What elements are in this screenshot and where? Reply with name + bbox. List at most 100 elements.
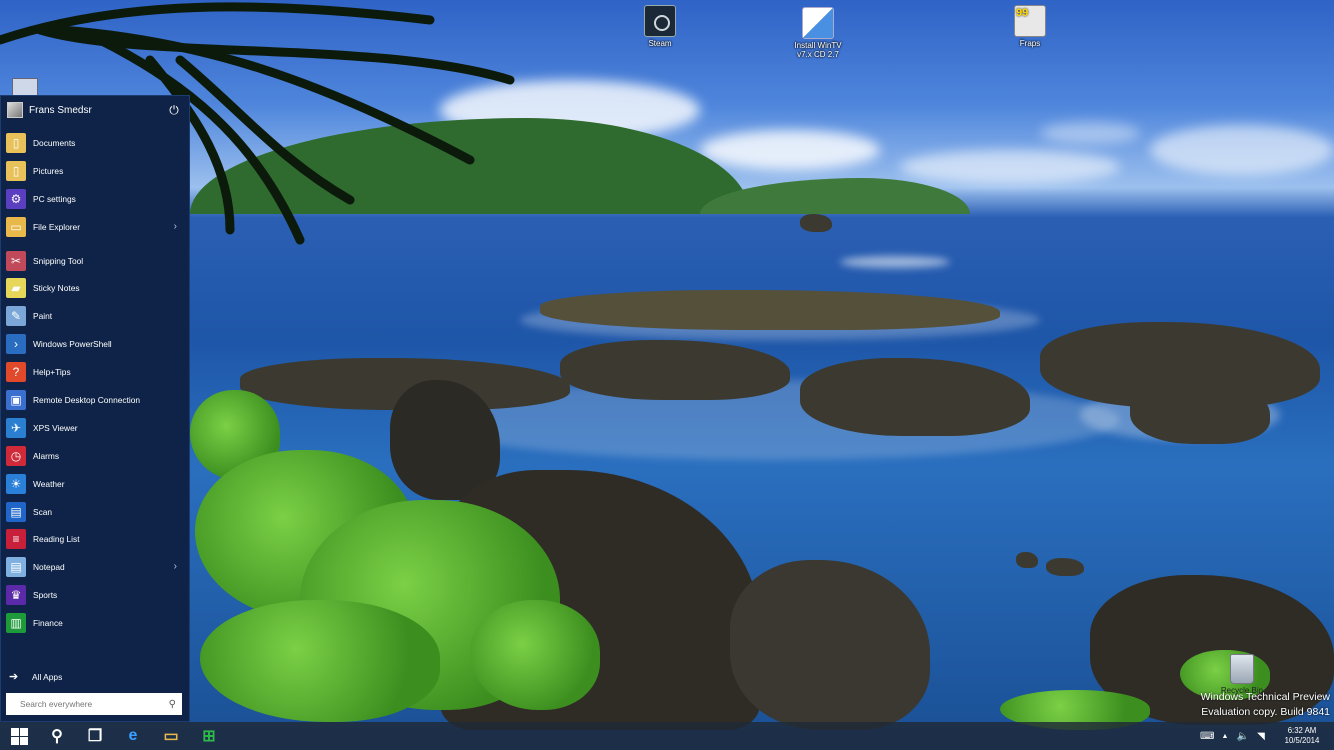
search-icon: ⚲ [51, 728, 63, 745]
help-tips-icon: ? [6, 362, 26, 383]
search-input[interactable] [20, 699, 169, 709]
start-menu-item-snipping-tool[interactable]: ✂ Snipping Tool [1, 247, 189, 275]
start-menu-item-reading-list[interactable]: ≡ Reading List [1, 525, 189, 553]
start-menu-item-label: Snipping Tool [33, 255, 84, 266]
watermark-line1: Windows Technical Preview [1200, 691, 1330, 703]
desktop-icon-fraps[interactable]: 99 Fraps [994, 5, 1066, 48]
watermark-line2: Evaluation copy. Build 9841 [1201, 706, 1330, 718]
start-menu-item-pc-settings[interactable]: ⚙ PC settings [1, 185, 189, 213]
wintv-installer-icon [802, 7, 834, 39]
start-menu-item-xps-viewer[interactable]: ✈ XPS Viewer [1, 414, 189, 442]
clock[interactable]: 6:32 AM 10/5/2014 [1276, 726, 1328, 746]
desktop-icon-label: Fraps [1019, 39, 1041, 48]
store-icon: ⊞ [202, 728, 216, 745]
start-menu-item-file-explorer[interactable]: ▭ File Explorer › [1, 213, 189, 241]
task-view-icon: ❐ [87, 728, 103, 745]
desktop-icon-steam[interactable]: Steam [624, 5, 696, 48]
desktop-icon-label-line1: Install WinTV [794, 41, 842, 50]
start-menu-item-paint[interactable]: ✎ Paint [1, 302, 189, 330]
start-menu-item-windows-powershell[interactable]: › Windows PowerShell [1, 330, 189, 358]
sticky-notes-icon: ▰ [6, 278, 26, 299]
start-button[interactable] [0, 722, 38, 750]
reading-list-icon: ≡ [6, 529, 26, 550]
start-menu-item-documents[interactable]: ▯ Documents [1, 129, 189, 157]
start-menu-item-label: PC settings [33, 193, 76, 204]
weather-sun-icon: ☀ [6, 473, 26, 494]
start-menu-item-label: Scan [33, 506, 53, 517]
start-menu-app-list: ▯ Documents ▯ Pictures ⚙ PC settings ▭ File Exp… [1, 129, 189, 637]
finance-chart-icon: ▥ [6, 613, 26, 634]
start-menu-item-label: Help+Tips [33, 367, 71, 378]
taskbar-button-file-explorer[interactable]: ▭ [152, 722, 190, 750]
start-menu-item-label: Pictures [33, 165, 64, 176]
start-menu-item-sports[interactable]: ♛ Sports [1, 581, 189, 609]
start-menu-item-notepad[interactable]: ▤ Notepad › [1, 553, 189, 581]
start-menu-item-weather[interactable]: ☀ Weather [1, 470, 189, 498]
notepad-icon: ▤ [6, 557, 26, 578]
windows-logo-icon [10, 727, 28, 745]
system-tray: ⌨ ▲ 🔈 ◥ 6:32 AM 10/5/2014 [1198, 722, 1334, 750]
start-menu-item-label: Weather [33, 478, 65, 489]
alarm-clock-icon: ◷ [6, 445, 26, 466]
taskbar: ⚲ ❐ e ▭ ⊞ ⌨ ▲ 🔈 ◥ 6:32 AM 10/5/2014 [0, 722, 1334, 750]
start-menu-item-label: Sports [33, 590, 58, 601]
start-menu-item-scan[interactable]: ▤ Scan [1, 498, 189, 526]
arrow-right-icon: ➔ [9, 671, 19, 683]
taskbar-apps: ⚲ ❐ e ▭ ⊞ [38, 722, 228, 750]
remote-desktop-icon: ▣ [6, 389, 26, 410]
chevron-right-icon[interactable]: › [174, 561, 177, 572]
user-name[interactable]: Frans Smedsr [29, 105, 167, 116]
start-menu-item-sticky-notes[interactable]: ▰ Sticky Notes [1, 274, 189, 302]
start-menu-item-label: Windows PowerShell [33, 339, 112, 350]
start-menu-item-help-tips[interactable]: ? Help+Tips [1, 358, 189, 386]
start-menu-item-label: Alarms [33, 450, 60, 461]
all-apps-label: All Apps [32, 671, 63, 682]
desktop-wallpaper [0, 0, 1334, 750]
keyboard-icon[interactable]: ⌨ [1200, 731, 1214, 742]
scan-icon: ▤ [6, 501, 26, 522]
desktop-icon-label-line2: v7.x CD 2.7 [797, 50, 839, 59]
network-icon[interactable]: ◥ [1254, 731, 1268, 742]
chevron-up-icon[interactable]: ▲ [1218, 733, 1232, 740]
start-menu-item-remote-desktop-connection[interactable]: ▣ Remote Desktop Connection [1, 386, 189, 414]
volume-icon[interactable]: 🔈 [1236, 731, 1250, 742]
desktop-icon-wintv-installer[interactable]: Install WinTV v7.x CD 2.7 [782, 7, 854, 59]
start-menu-item-label: Reading List [33, 534, 80, 545]
start-menu-item-label: XPS Viewer [33, 422, 78, 433]
avatar[interactable] [7, 102, 23, 118]
taskbar-button-search[interactable]: ⚲ [38, 722, 76, 750]
chevron-right-icon[interactable]: › [174, 221, 177, 232]
power-icon[interactable]: ⏻ [167, 103, 181, 117]
taskbar-button-store[interactable]: ⊞ [190, 722, 228, 750]
start-menu-item-label: Paint [33, 311, 53, 322]
snipping-tool-icon: ✂ [6, 250, 26, 271]
fraps-badge: 99 [1016, 7, 1029, 19]
start-menu-item-label: File Explorer [33, 221, 81, 232]
taskbar-button-task-view[interactable]: ❐ [76, 722, 114, 750]
start-menu: Frans Smedsr ⏻ ▯ Documents ▯ Pictures ⚙ PC se… [0, 95, 190, 722]
start-menu-item-finance[interactable]: ▥ Finance [1, 609, 189, 637]
desktop-icon-recycle-bin[interactable]: Recycle Bin [1212, 654, 1272, 695]
powershell-icon: › [6, 334, 26, 355]
start-menu-item-pictures[interactable]: ▯ Pictures [1, 157, 189, 185]
clock-time: 6:32 AM [1287, 726, 1317, 735]
recycle-bin-icon [1230, 654, 1254, 684]
xps-viewer-icon: ✈ [6, 417, 26, 438]
start-menu-item-label: Remote Desktop Connection [33, 394, 141, 405]
search-box[interactable]: ⚲ [6, 693, 182, 715]
taskbar-button-internet-explorer[interactable]: e [114, 722, 152, 750]
fraps-icon: 99 [1014, 5, 1046, 37]
desktop-icon-label: Steam [648, 39, 672, 48]
pictures-folder-icon: ▯ [6, 160, 26, 181]
steam-icon [644, 5, 676, 37]
sports-trophy-icon: ♛ [6, 585, 26, 606]
internet-explorer-icon: e [128, 727, 138, 744]
start-menu-item-alarms[interactable]: ◷ Alarms [1, 442, 189, 470]
clock-date: 10/5/2014 [1284, 736, 1320, 745]
paint-icon: ✎ [6, 306, 26, 327]
start-menu-item-label: Notepad [33, 562, 65, 573]
search-icon[interactable]: ⚲ [169, 699, 176, 710]
gear-icon: ⚙ [6, 188, 26, 209]
start-menu-item-label: Sticky Notes [33, 283, 80, 294]
all-apps-button[interactable]: ➔ All Apps [9, 670, 62, 683]
